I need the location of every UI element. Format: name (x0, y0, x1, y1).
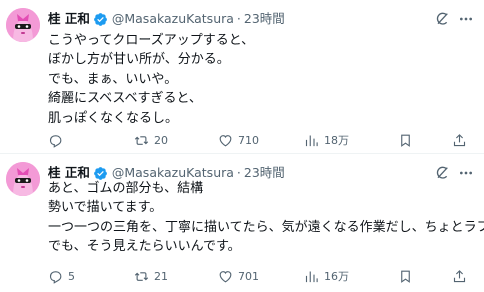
share-button[interactable] (452, 267, 467, 285)
bookmark-icon (401, 134, 410, 147)
reply-icon (49, 134, 62, 148)
retweet-count: 20 (154, 133, 168, 147)
tweet-text-line: あと、ゴムの部分も、結構 (48, 181, 204, 196)
tweet-actions: 20 710 18万 (48, 131, 468, 149)
tweet-text-line: 一つ一つの三角を、丁寧に描いてたら、気が遠くなる作業だし、ちょとラフ (48, 219, 484, 235)
views-button[interactable]: 18万 (304, 131, 349, 149)
tweet[interactable]: 桂 正和 @MasakazuKatsura · 23時間 こうやってクローズアッ… (0, 0, 484, 154)
views-icon (305, 271, 318, 282)
tweet-text-line: でも、まぁ、いいや。 (48, 71, 178, 87)
retweet-icon (134, 135, 149, 145)
tweet-text-line: 勢いで描いてます。 (48, 200, 163, 216)
more-button[interactable] (456, 9, 476, 29)
tweet-text-line: ぼかし方が甘い所が、分かる。 (48, 52, 230, 68)
share-icon (453, 133, 466, 146)
display-name[interactable]: 桂 正和 (48, 10, 90, 28)
like-count: 701 (238, 269, 259, 283)
reply-count: 5 (68, 269, 75, 283)
tweet-text: あと、ゴムの部分も、結構 勢いで描いてます。 一つ一つの三角を、丁寧に描いてたら… (48, 179, 484, 257)
tweet-text-line: でも、そう見えたらいいんです。 (48, 239, 241, 255)
reply-button[interactable]: 5 (48, 267, 75, 285)
like-count: 710 (238, 133, 259, 147)
tweet[interactable]: 桂 正和 @MasakazuKatsura · 23時間 あと、ゴムの部分も、結… (0, 154, 484, 292)
bookmark-button[interactable] (398, 267, 413, 285)
like-icon (219, 270, 232, 282)
views-icon (305, 135, 318, 146)
more-icon (460, 17, 472, 21)
handle[interactable]: @MasakazuKatsura (112, 10, 234, 28)
bookmark-button[interactable] (398, 131, 413, 149)
tweet-header: 桂 正和 @MasakazuKatsura · 23時間 (48, 10, 285, 28)
reply-icon (49, 270, 62, 284)
timestamp[interactable]: 23時間 (244, 10, 285, 28)
avatar[interactable] (6, 162, 40, 196)
avatar[interactable] (6, 8, 40, 42)
retweet-icon (134, 271, 149, 281)
separator: · (236, 11, 241, 26)
like-button[interactable]: 701 (218, 267, 259, 285)
retweet-button[interactable]: 21 (134, 267, 168, 285)
reply-button[interactable] (48, 131, 68, 149)
views-count: 16万 (324, 270, 349, 283)
tweet-text-line: 肌っぽくなくなるし。 (48, 110, 179, 126)
retweet-count: 21 (154, 269, 168, 283)
views-button[interactable]: 16万 (304, 267, 349, 285)
retweet-button[interactable]: 20 (134, 131, 168, 149)
share-button[interactable] (452, 131, 467, 149)
bookmark-icon (401, 270, 410, 283)
tweet-text: こうやってクローズアップすると、 ぼかし方が甘い所が、分かる。 でも、まぁ、いい… (48, 31, 476, 128)
avatar-pink-mask-character-icon (6, 162, 40, 196)
tweet-actions: 5 21 701 16万 (48, 267, 468, 285)
views-count: 18万 (324, 134, 349, 147)
share-icon (453, 269, 466, 282)
tweet-text-line: こうやってクローズアップすると、 (48, 33, 255, 48)
grok-icon (436, 12, 448, 25)
verified-badge-icon (93, 12, 108, 27)
like-icon (219, 134, 232, 146)
like-button[interactable]: 710 (218, 131, 259, 149)
avatar-pink-mask-character-icon (6, 8, 40, 42)
grok-button[interactable] (432, 9, 452, 29)
tweet-text-line: 綺麗にスベスベすぎると、 (48, 91, 202, 107)
